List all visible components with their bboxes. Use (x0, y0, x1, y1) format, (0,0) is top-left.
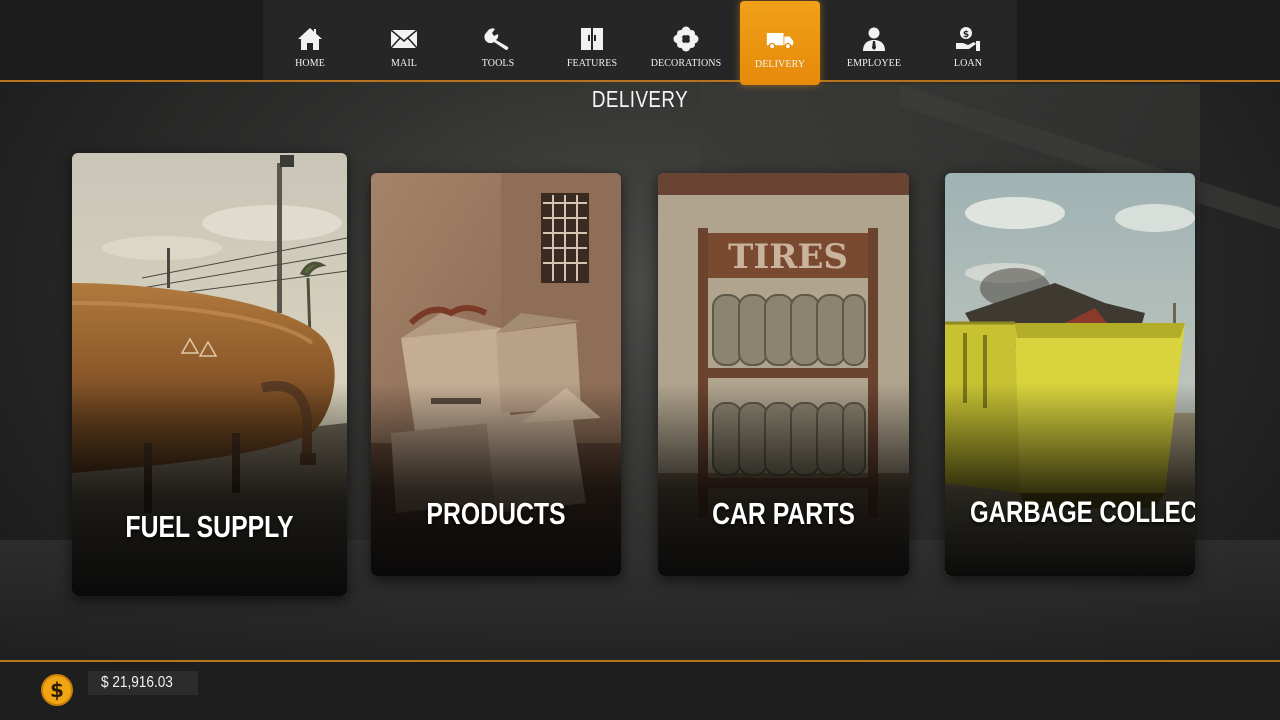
card-shade (658, 382, 909, 576)
game-screen: HOME MAIL TOOLS FEATURES DECORATIONS DEL… (0, 0, 1280, 720)
nav-mail[interactable]: MAIL (357, 0, 451, 80)
money-balance: $ 21,916.03 (101, 674, 173, 691)
nav-delivery[interactable]: DELIVERY (740, 1, 820, 85)
nav-loan-label: LOAN (953, 58, 983, 69)
products-card[interactable]: PRODUCTS (371, 173, 621, 576)
nav-employee-label: EMPLOYEE (846, 58, 902, 69)
coin-symbol: $ (50, 678, 64, 702)
nav-tools-label: TOOLS (481, 58, 515, 69)
nav-loan[interactable]: $ LOAN (921, 0, 1015, 80)
svg-text:$: $ (963, 30, 969, 40)
nav-delivery-label: DELIVERY (754, 59, 806, 70)
features-icon (581, 28, 603, 50)
main-menu: HOME MAIL TOOLS FEATURES DECORATIONS DEL… (263, 0, 1017, 85)
mail-icon (390, 29, 418, 49)
nav-employee[interactable]: EMPLOYEE (827, 0, 921, 80)
card-shade (945, 382, 1195, 576)
svg-text:TIRES: TIRES (728, 237, 848, 277)
truck-icon (766, 33, 794, 50)
products-label: PRODUCTS (426, 496, 566, 531)
nav-mail-label: MAIL (391, 58, 417, 69)
fuel-supply-label: FUEL SUPPLY (125, 509, 294, 544)
fuel-supply-card[interactable]: FUEL SUPPLY (72, 153, 347, 596)
wrench-icon (484, 28, 509, 51)
flower-icon (673, 26, 699, 52)
home-icon (298, 28, 322, 50)
car-parts-label: CAR PARTS (712, 496, 855, 531)
nav-home[interactable]: HOME (263, 0, 357, 80)
card-shade (371, 382, 621, 576)
garbage-collection-card[interactable]: GARBAGE COLLECTION (945, 173, 1195, 576)
employee-icon (863, 27, 885, 51)
coin-icon: $ (41, 674, 73, 706)
page-title: DELIVERY (591, 86, 689, 112)
nav-home-label: HOME (295, 58, 325, 69)
garbage-collection-label: GARBAGE COLLECTION (970, 496, 1195, 529)
nav-tools[interactable]: TOOLS (451, 0, 545, 80)
nav-features[interactable]: FEATURES (545, 0, 639, 80)
loan-icon: $ (956, 27, 980, 51)
car-parts-card[interactable]: TIRES CAR PARTS (658, 173, 909, 576)
nav-decorations-label: DECORATIONS (650, 58, 722, 69)
nav-features-label: FEATURES (566, 58, 618, 69)
card-shade (72, 383, 347, 596)
nav-decorations[interactable]: DECORATIONS (639, 0, 733, 80)
